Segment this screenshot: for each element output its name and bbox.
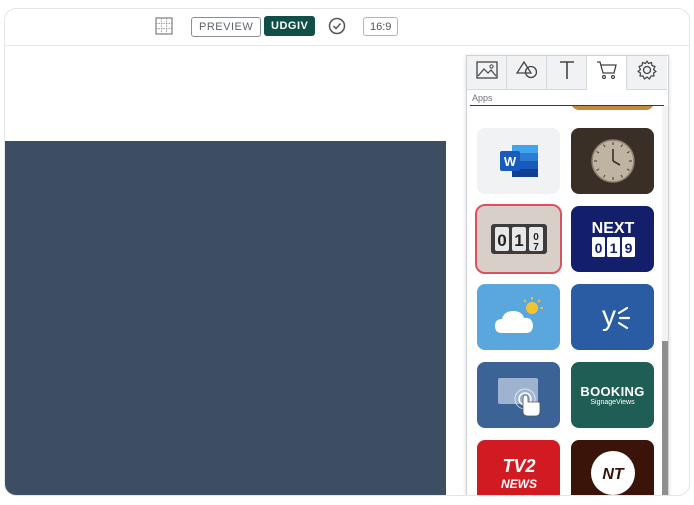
clock-app-icon[interactable] (571, 128, 654, 194)
svg-text:0: 0 (594, 240, 602, 256)
aspect-ratio-badge[interactable]: 16:9 (363, 17, 399, 36)
touch-screen-app-icon[interactable] (477, 362, 560, 428)
design-canvas[interactable] (5, 141, 446, 495)
scroll-thumb[interactable] (662, 341, 668, 495)
image-icon (475, 61, 498, 84)
tab-text[interactable] (547, 56, 587, 90)
tab-apps[interactable] (587, 56, 627, 90)
apps-grid: W 0 1 0 7 NEXT 0 1 9 y BOOKING SignageVi… (467, 106, 662, 495)
section-label-apps: Apps (472, 93, 493, 103)
settings-icon (636, 59, 658, 86)
tab-settings[interactable] (627, 56, 667, 90)
editor-frame: PREVIEW UDGIV 16:9 Apps W 0 1 0 7 NEXT 0… (4, 8, 690, 496)
tv2-news-app-icon[interactable]: TV2 NEWS (477, 440, 560, 495)
svg-text:W: W (503, 154, 516, 169)
svg-text:1: 1 (609, 240, 617, 256)
nt-app-icon[interactable]: NT (571, 440, 654, 495)
booking-title: BOOKING (580, 384, 645, 399)
panel-tabs (467, 56, 668, 90)
booking-logo: BOOKING SignageViews (580, 384, 644, 406)
booking-app-icon[interactable]: BOOKING SignageViews (571, 362, 654, 428)
preview-button[interactable]: PREVIEW (191, 17, 262, 37)
partial-app-tile[interactable] (571, 106, 654, 110)
publish-button[interactable]: UDGIV (264, 16, 316, 36)
apps-panel: Apps W 0 1 0 7 NEXT 0 1 9 y BOOKING Sign… (466, 55, 669, 495)
svg-text:NT: NT (602, 466, 625, 483)
next-counter-app-icon[interactable]: NEXT 0 1 9 (571, 206, 654, 272)
yammer-app-icon[interactable]: y (571, 284, 654, 350)
svg-text:NEXT: NEXT (591, 220, 634, 237)
svg-text:0: 0 (497, 231, 506, 250)
cart-icon (596, 60, 618, 85)
svg-text:y: y (602, 300, 616, 331)
word-app-icon[interactable]: W (477, 128, 560, 194)
text-icon (558, 60, 576, 85)
tab-images[interactable] (467, 56, 507, 90)
svg-text:TV2: TV2 (502, 456, 535, 476)
svg-text:9: 9 (624, 240, 632, 256)
tab-shapes[interactable] (507, 56, 547, 90)
check-circle-icon[interactable] (327, 16, 347, 36)
weather-app-icon[interactable] (477, 284, 560, 350)
shapes-icon (515, 60, 538, 85)
svg-text:7: 7 (533, 242, 539, 253)
apps-scrollbar[interactable] (662, 106, 668, 495)
booking-subtitle: SignageViews (590, 399, 635, 406)
svg-text:1: 1 (514, 231, 523, 250)
counter-app-icon[interactable]: 0 1 0 7 (475, 204, 562, 274)
grid-icon[interactable] (155, 17, 173, 35)
top-toolbar: PREVIEW UDGIV 16:9 (5, 9, 689, 46)
svg-text:NEWS: NEWS (501, 477, 537, 491)
